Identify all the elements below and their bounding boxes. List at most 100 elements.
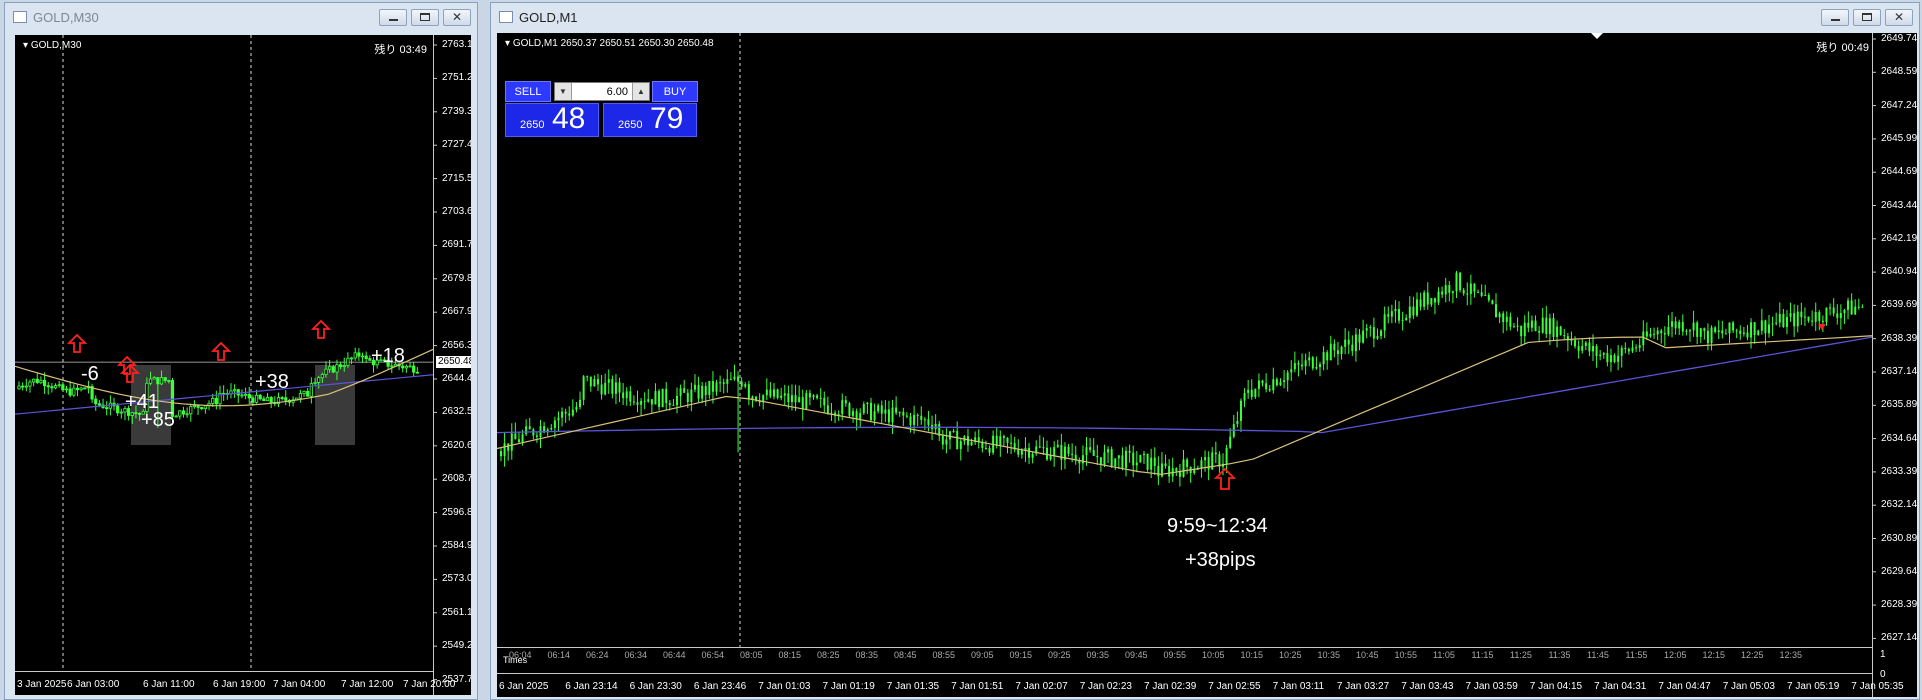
m1-candle-body [1592,346,1594,352]
left-window-title: GOLD,M30 [33,9,99,25]
m1-candle-body [740,381,743,387]
m1-candle-body [862,404,865,414]
times-subwindow-tick: 10:15 [1240,650,1264,660]
m30-candle-body [412,365,416,373]
m1-price-tick: 2639.69 [1881,299,1917,311]
m1-candle-body [1437,291,1440,303]
m1-candle-body [1017,449,1020,455]
times-subwindow-tick: 06:34 [624,650,648,660]
m1-candle-body [1803,316,1806,318]
m1-fast-moving-average [497,335,1873,475]
m1-price-tick: 2643.44 [1881,199,1917,211]
minimize-icon [1831,19,1840,21]
m1-candle-body [1473,283,1476,292]
buy-button[interactable]: BUY [652,81,698,102]
sell-button[interactable]: SELL [505,81,551,102]
m30-trade-result-label: +38 [255,371,289,393]
m1-candle-body [1599,354,1602,356]
m1-candle-body [844,400,847,404]
m1-candle-body [1484,295,1487,297]
m30-candle-body [338,364,343,367]
m30-candle-body [364,355,368,360]
m1-candle-body [1365,328,1368,331]
m1-candle-body [1247,389,1250,393]
m1-candle-body [1538,331,1541,333]
lot-size-field[interactable]: ▼ 6.00 ▲ [554,82,650,101]
m30-price-tick: 2763.12 [442,39,471,50]
m1-candle-body [1067,446,1070,454]
close-button[interactable]: ✕ [443,9,471,26]
m1-time-axis[interactable]: 6 Jan 2025 6 Jan 23:14 6 Jan 23:30 6 Jan 23… [497,673,1904,697]
m1-candle-body [553,420,556,429]
m30-price-tick: 2703.62 [442,206,471,217]
m1-candle-body [1750,322,1753,338]
m1-candle-body [887,409,890,423]
m1-candle-body [1477,291,1480,293]
m1-candle-body [1301,364,1304,367]
times-subwindow[interactable]: Times 06:04 06:14 06:24 06:34 06:44 06:54 08:0… [497,647,1872,674]
maximize-button[interactable] [1853,9,1881,26]
sell-price-box[interactable]: 2650 48 [505,102,599,137]
m1-candle-body [722,382,725,384]
m30-candle-body [79,387,83,391]
m30-candle-body [331,366,335,373]
m30-chart-area[interactable]: ▾ GOLD,M30 残り 03:49 2763.12 2751.22 2739.3… [15,35,471,695]
m1-candle-body [1839,313,1842,318]
m30-price-scale[interactable]: 2763.12 2751.22 2739.32 2727.42 2715.52 2703.… [433,35,471,695]
m1-price-plot[interactable] [497,33,1917,697]
lot-increase-icon[interactable]: ▲ [632,83,649,100]
m30-candle-body [236,389,240,396]
m1-candle-body [1498,313,1501,318]
left-window-titlebar[interactable]: GOLD,M30 ✕ [5,3,477,31]
m1-candle-body [1760,320,1763,331]
m1-candle-body [1663,333,1666,335]
m30-candle-body [357,352,361,357]
m1-price-tick: 2629.64 [1881,565,1917,577]
m1-candle-body [869,402,872,421]
m30-candle-body [35,378,39,384]
m1-candle-body [909,416,912,425]
m1-time-tick: 6 Jan 23:30 [629,681,682,692]
times-subwindow-tick: 11:35 [1548,650,1571,660]
m1-candle-body [1771,323,1774,325]
minimize-button[interactable] [1821,9,1849,26]
m1-chart-area[interactable]: ▾ GOLD,M1 2650.37 2650.51 2650.30 2650.4… [497,33,1917,697]
m1-chart-label: ▾ GOLD,M1 2650.37 2650.51 2650.30 2650.4… [505,38,714,49]
close-button[interactable]: ✕ [1885,9,1913,26]
minimize-button[interactable] [379,9,407,26]
m30-price-tick: 2739.32 [442,105,471,117]
m1-candle-body [826,405,829,413]
m1-candle-body [852,411,855,416]
m1-candle-body [1265,383,1268,390]
m1-candle-body [1847,300,1850,310]
maximize-button[interactable] [411,9,439,26]
m1-candle-body [1556,326,1559,337]
m30-price-tick: 2561.17 [442,606,471,618]
m1-candle-body [575,407,578,410]
m30-candle-body [72,387,76,396]
m1-candle-body [1861,306,1864,308]
m1-candle-body [1031,453,1034,458]
m1-price-tick: 2642.19 [1881,232,1917,244]
lot-decrease-icon[interactable]: ▼ [555,83,572,100]
lot-size-value[interactable]: 6.00 [572,86,632,98]
m30-candle-body [313,381,317,384]
left-chart-window[interactable]: GOLD,M30 ✕ ▾ GOLD,M30 残り 03:49 2763.1227… [4,2,478,700]
m1-candle-body [1459,272,1462,291]
m1-candle-body [1243,392,1246,401]
m1-candle-body [1089,447,1092,450]
right-window-titlebar[interactable]: GOLD,M1 ✕ [491,3,1919,31]
right-chart-window[interactable]: GOLD,M1 ✕ ▾ GOLD,M1 2650.37 2650.51 2650… [490,2,1920,700]
m1-candle-body [1541,317,1544,333]
m1-candle-body [1617,355,1620,362]
times-subwindow-tick: 12:35 [1779,650,1803,660]
m1-candle-body [1495,304,1498,318]
m1-time-tick: 6 Jan 23:46 [693,681,747,692]
m1-candle-body [1631,347,1634,352]
buy-price-box[interactable]: 2650 79 [603,102,697,137]
m1-time-tick: 7 Jan 02:39 [1144,681,1197,692]
m30-time-axis[interactable]: 3 Jan 2025 6 Jan 03:00 6 Jan 11:00 6 Jan 19… [15,671,455,695]
m1-price-scale[interactable]: 2649.74 2648.59 2647.24 2645.99 2644.69 2643.… [1872,33,1917,697]
m1-candle-body [715,382,718,392]
m1-candle-body [1308,357,1311,361]
